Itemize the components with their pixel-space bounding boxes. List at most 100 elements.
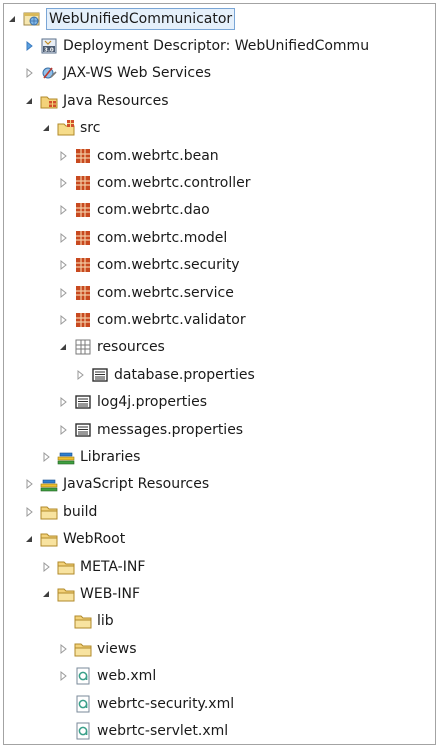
tree-item-label: webrtc-servlet.xml: [97, 722, 229, 739]
properties-file-icon: [74, 421, 92, 439]
collapsed-arrow-icon[interactable]: [56, 642, 70, 656]
tree-item-label: messages.properties: [97, 421, 244, 438]
tree-item-log4j-properties[interactable]: log4j.properties: [4, 389, 435, 416]
collapsed-arrow-icon[interactable]: [56, 203, 70, 217]
tree-item-src[interactable]: src: [4, 115, 435, 142]
tree-item-database-properties[interactable]: database.properties: [4, 361, 435, 388]
tree-item-label: com.webrtc.security: [97, 257, 240, 274]
tree-item-label: WebRoot: [63, 531, 126, 548]
folder-icon: [74, 640, 92, 658]
tree-item-build[interactable]: build: [4, 498, 435, 525]
collapsed-arrow-icon[interactable]: [56, 286, 70, 300]
web-project-icon: [23, 10, 41, 28]
folder-icon: [57, 558, 75, 576]
tree-item-label: JAX-WS Web Services: [63, 65, 212, 82]
libraries-icon: [40, 475, 58, 493]
tree-item-web-xml[interactable]: web.xml: [4, 663, 435, 690]
package-icon: [74, 284, 92, 302]
expanded-arrow-icon[interactable]: [39, 121, 53, 135]
properties-file-icon: [74, 393, 92, 411]
properties-file-icon: [91, 366, 109, 384]
collapsed-arrow-icon[interactable]: [22, 39, 36, 53]
collapsed-arrow-icon[interactable]: [56, 231, 70, 245]
tree-item-label: views: [97, 640, 137, 657]
collapsed-arrow-icon[interactable]: [39, 450, 53, 464]
tree-item-deployment-descriptor-webunifiedcommu[interactable]: 3.0 Deployment Descriptor: WebUnifiedComm…: [4, 32, 435, 59]
tree-item-label: lib: [97, 613, 114, 630]
collapsed-arrow-icon[interactable]: [22, 505, 36, 519]
tree-item-libraries[interactable]: Libraries: [4, 443, 435, 470]
package-icon: [74, 229, 92, 247]
expanded-arrow-icon[interactable]: [22, 94, 36, 108]
collapsed-arrow-icon[interactable]: [22, 477, 36, 491]
collapsed-arrow-icon[interactable]: [56, 258, 70, 272]
collapsed-arrow-icon[interactable]: [73, 368, 87, 382]
xml-file-icon: [74, 695, 92, 713]
collapsed-arrow-icon[interactable]: [56, 176, 70, 190]
xml-file-icon: [74, 667, 92, 685]
tree-item-javascript-resources[interactable]: JavaScript Resources: [4, 471, 435, 498]
deployment-descriptor-icon: 3.0: [40, 37, 58, 55]
tree-item-webroot[interactable]: WebRoot: [4, 526, 435, 553]
collapsed-arrow-icon[interactable]: [56, 149, 70, 163]
tree-item-webunifiedcommunicator[interactable]: WebUnifiedCommunicator: [4, 5, 435, 32]
tree-item-label: WebUnifiedCommunicator: [46, 7, 236, 30]
tree-item-webrtc-servlet-xml[interactable]: webrtc-servlet.xml: [4, 717, 435, 744]
tree-item-label: build: [63, 503, 98, 520]
tree-item-com-webrtc-security[interactable]: com.webrtc.security: [4, 252, 435, 279]
folder-icon: [40, 530, 58, 548]
expanded-arrow-icon[interactable]: [5, 12, 19, 26]
tree-item-label: com.webrtc.model: [97, 229, 228, 246]
folder-icon: [57, 585, 75, 603]
tree-item-label: database.properties: [114, 366, 255, 383]
libraries-icon: [57, 448, 75, 466]
tree-item-label: webrtc-security.xml: [97, 695, 235, 712]
tree-item-label: Deployment Descriptor: WebUnifiedCommu: [63, 37, 370, 54]
tree-item-label: META-INF: [80, 558, 146, 575]
tree-item-label: com.webrtc.controller: [97, 174, 251, 191]
collapsed-arrow-icon[interactable]: [56, 313, 70, 327]
tree-item-com-webrtc-model[interactable]: com.webrtc.model: [4, 224, 435, 251]
folder-icon: [74, 612, 92, 630]
tree-item-java-resources[interactable]: Java Resources: [4, 87, 435, 114]
tree-item-label: log4j.properties: [97, 394, 208, 411]
project-explorer-tree[interactable]: WebUnifiedCommunicator 3.0 Deployment Desc…: [3, 3, 436, 745]
svg-text:3.0: 3.0: [44, 47, 54, 53]
package-icon: [74, 201, 92, 219]
tree-item-com-webrtc-dao[interactable]: com.webrtc.dao: [4, 197, 435, 224]
collapsed-arrow-icon[interactable]: [56, 395, 70, 409]
tree-item-meta-inf[interactable]: META-INF: [4, 553, 435, 580]
tree-item-com-webrtc-validator[interactable]: com.webrtc.validator: [4, 306, 435, 333]
package-icon: [74, 174, 92, 192]
tree-item-resources[interactable]: resources: [4, 334, 435, 361]
package-icon: [74, 311, 92, 329]
collapsed-arrow-icon[interactable]: [56, 423, 70, 437]
tree-item-label: com.webrtc.bean: [97, 147, 219, 164]
xml-file-icon: [74, 722, 92, 740]
expanded-arrow-icon[interactable]: [22, 532, 36, 546]
tree-item-web-inf[interactable]: WEB-INF: [4, 580, 435, 607]
tree-item-lib[interactable]: lib: [4, 608, 435, 635]
web-services-icon: [40, 64, 58, 82]
expanded-arrow-icon[interactable]: [56, 340, 70, 354]
tree-item-label: resources: [97, 339, 165, 356]
tree-item-views[interactable]: views: [4, 635, 435, 662]
tree-item-jax-ws-web-services[interactable]: JAX-WS Web Services: [4, 60, 435, 87]
tree-item-com-webrtc-service[interactable]: com.webrtc.service: [4, 279, 435, 306]
empty-package-icon: [74, 338, 92, 356]
collapsed-arrow-icon[interactable]: [56, 669, 70, 683]
tree-item-label: src: [80, 120, 101, 137]
tree-item-label: JavaScript Resources: [63, 476, 210, 493]
collapsed-arrow-icon[interactable]: [39, 560, 53, 574]
tree-item-messages-properties[interactable]: messages.properties: [4, 416, 435, 443]
tree-item-webrtc-security-xml[interactable]: webrtc-security.xml: [4, 690, 435, 717]
collapsed-arrow-icon[interactable]: [22, 66, 36, 80]
expanded-arrow-icon[interactable]: [39, 587, 53, 601]
tree-item-com-webrtc-bean[interactable]: com.webrtc.bean: [4, 142, 435, 169]
tree-item-label: Libraries: [80, 448, 141, 465]
tree-item-label: Java Resources: [63, 92, 169, 109]
tree-item-com-webrtc-controller[interactable]: com.webrtc.controller: [4, 169, 435, 196]
package-icon: [74, 147, 92, 165]
source-folder-icon: [57, 119, 75, 137]
